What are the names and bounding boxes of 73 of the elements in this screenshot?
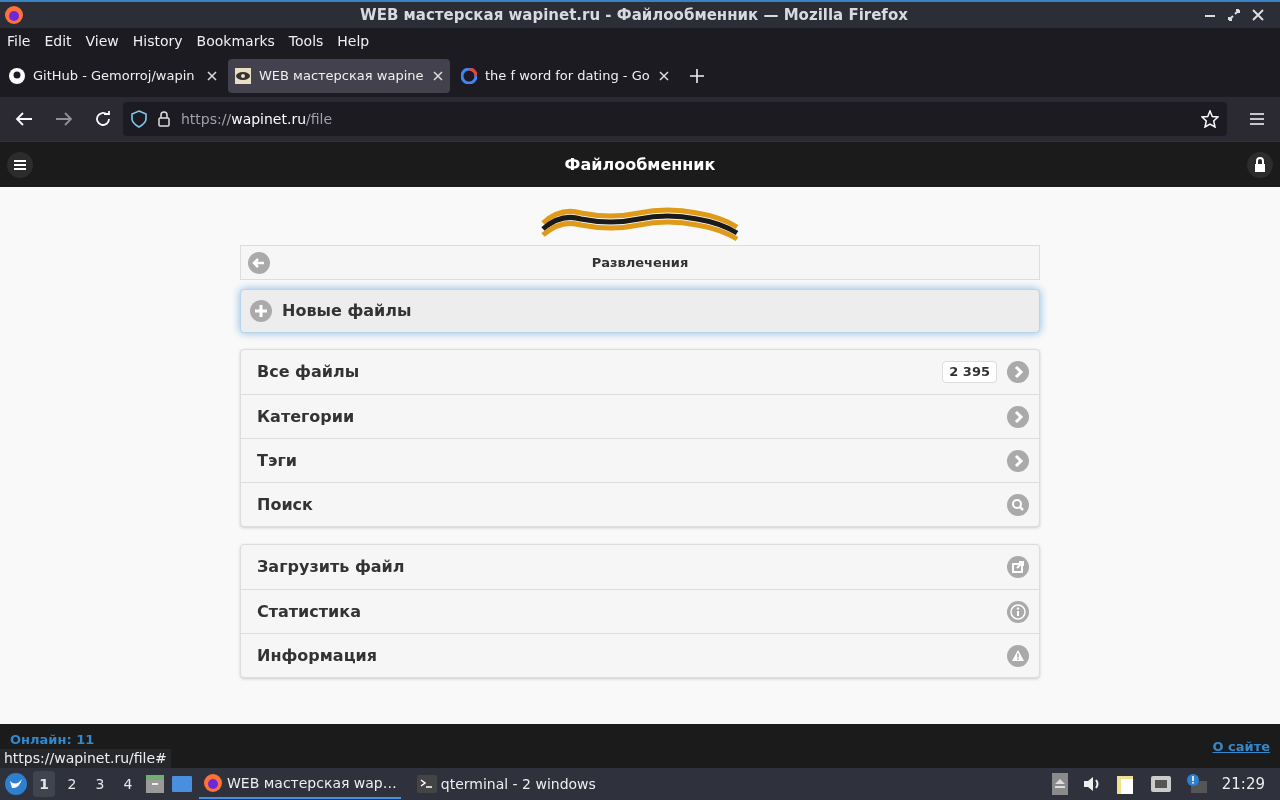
menu-item[interactable]: Edit bbox=[44, 31, 72, 52]
notification-icon[interactable] bbox=[1185, 773, 1208, 795]
address-bar[interactable]: https://wapinet.ru/file bbox=[123, 102, 1227, 136]
eject-icon[interactable] bbox=[1051, 773, 1068, 795]
list-item[interactable]: Все файлы 2 395 bbox=[241, 350, 1039, 394]
new-files-button[interactable]: Новые файлы bbox=[240, 289, 1040, 333]
chevron-right-icon bbox=[1007, 405, 1029, 428]
taskbar-button[interactable]: qterminal - 2 windows bbox=[412, 769, 600, 799]
share-icon bbox=[1007, 556, 1029, 578]
star-icon[interactable] bbox=[1201, 110, 1219, 128]
list-item[interactable]: Информация bbox=[241, 633, 1039, 677]
tab-label: WEB мастерская wapine bbox=[259, 67, 425, 86]
list-item[interactable]: Загрузить файл bbox=[241, 545, 1039, 589]
info-icon bbox=[1007, 600, 1029, 623]
window-title: WEB мастерская wapinet.ru - Файлообменник — Mozilla Firefox bbox=[359, 4, 909, 26]
chevron-right-icon bbox=[1007, 361, 1029, 383]
eye-icon bbox=[235, 68, 251, 84]
page-title: Файлообменник bbox=[564, 153, 716, 176]
warning-icon bbox=[1007, 644, 1029, 667]
desktop-button[interactable]: 3 bbox=[89, 771, 111, 797]
forward-icon[interactable] bbox=[55, 111, 73, 127]
folder-icon[interactable] bbox=[171, 775, 193, 793]
chevron-right-icon bbox=[1007, 449, 1029, 472]
online-count: Онлайн: 11 bbox=[10, 732, 95, 747]
search-icon bbox=[1007, 493, 1029, 516]
new-tab-icon[interactable] bbox=[690, 69, 704, 83]
terminal-icon bbox=[416, 775, 437, 793]
menu-item[interactable]: Bookmarks bbox=[196, 31, 275, 52]
lock-icon bbox=[157, 111, 171, 127]
browser-tab[interactable]: GitHub - Gemorroj/wapin bbox=[2, 59, 224, 93]
taskbar-button[interactable]: WEB мастерская wap… bbox=[199, 769, 401, 799]
menu-item[interactable]: File bbox=[7, 31, 31, 52]
firefox-icon bbox=[203, 773, 223, 793]
breadcrumb-title: Развлечения bbox=[590, 253, 690, 272]
close-icon[interactable] bbox=[1252, 9, 1264, 21]
menu-item[interactable]: History bbox=[132, 31, 183, 52]
clock: 21:29 bbox=[1221, 773, 1265, 795]
shield-icon bbox=[131, 110, 147, 128]
url-text: https://wapinet.ru/file bbox=[181, 109, 333, 129]
list-item[interactable]: Поиск bbox=[241, 482, 1039, 526]
menu-icon[interactable] bbox=[1249, 112, 1265, 126]
list-item[interactable]: Тэги bbox=[241, 438, 1039, 482]
close-icon[interactable] bbox=[659, 71, 669, 81]
firefox-icon bbox=[4, 5, 24, 25]
close-icon[interactable] bbox=[207, 71, 217, 81]
tab-label: the f word for dating - Go bbox=[485, 67, 651, 86]
plus-icon bbox=[250, 300, 272, 322]
reload-icon[interactable] bbox=[95, 111, 111, 127]
browser-tab[interactable]: WEB мастерская wapine bbox=[228, 59, 450, 93]
tab-label: GitHub - Gemorroj/wapin bbox=[33, 67, 196, 86]
file-manager-icon[interactable] bbox=[145, 774, 165, 794]
about-link[interactable]: О сайте bbox=[1212, 739, 1270, 754]
network-icon[interactable] bbox=[1149, 774, 1172, 794]
list-item[interactable]: Категории bbox=[241, 394, 1039, 438]
menu-item[interactable]: View bbox=[85, 31, 119, 52]
maximize-icon[interactable] bbox=[1228, 9, 1240, 21]
google-icon bbox=[461, 68, 477, 84]
close-icon[interactable] bbox=[433, 71, 443, 81]
list-item[interactable]: Статистика bbox=[241, 589, 1039, 633]
clipboard-icon[interactable] bbox=[1115, 773, 1136, 795]
count-badge: 2 395 bbox=[942, 361, 997, 383]
desktop-button[interactable]: 1 bbox=[33, 771, 55, 797]
github-icon bbox=[9, 68, 25, 84]
desktop-button[interactable]: 2 bbox=[61, 771, 83, 797]
back-icon[interactable] bbox=[15, 111, 33, 127]
browser-tab[interactable]: the f word for dating - Go bbox=[454, 59, 676, 93]
desktop-button[interactable]: 4 bbox=[117, 771, 139, 797]
menu-icon[interactable] bbox=[7, 151, 33, 178]
menu-item[interactable]: Help bbox=[337, 31, 370, 52]
menu-item[interactable]: Tools bbox=[288, 31, 324, 52]
lock-icon[interactable] bbox=[1247, 151, 1273, 178]
start-menu-icon[interactable] bbox=[5, 773, 27, 795]
status-tooltip: https://wapinet.ru/file# bbox=[0, 749, 171, 768]
